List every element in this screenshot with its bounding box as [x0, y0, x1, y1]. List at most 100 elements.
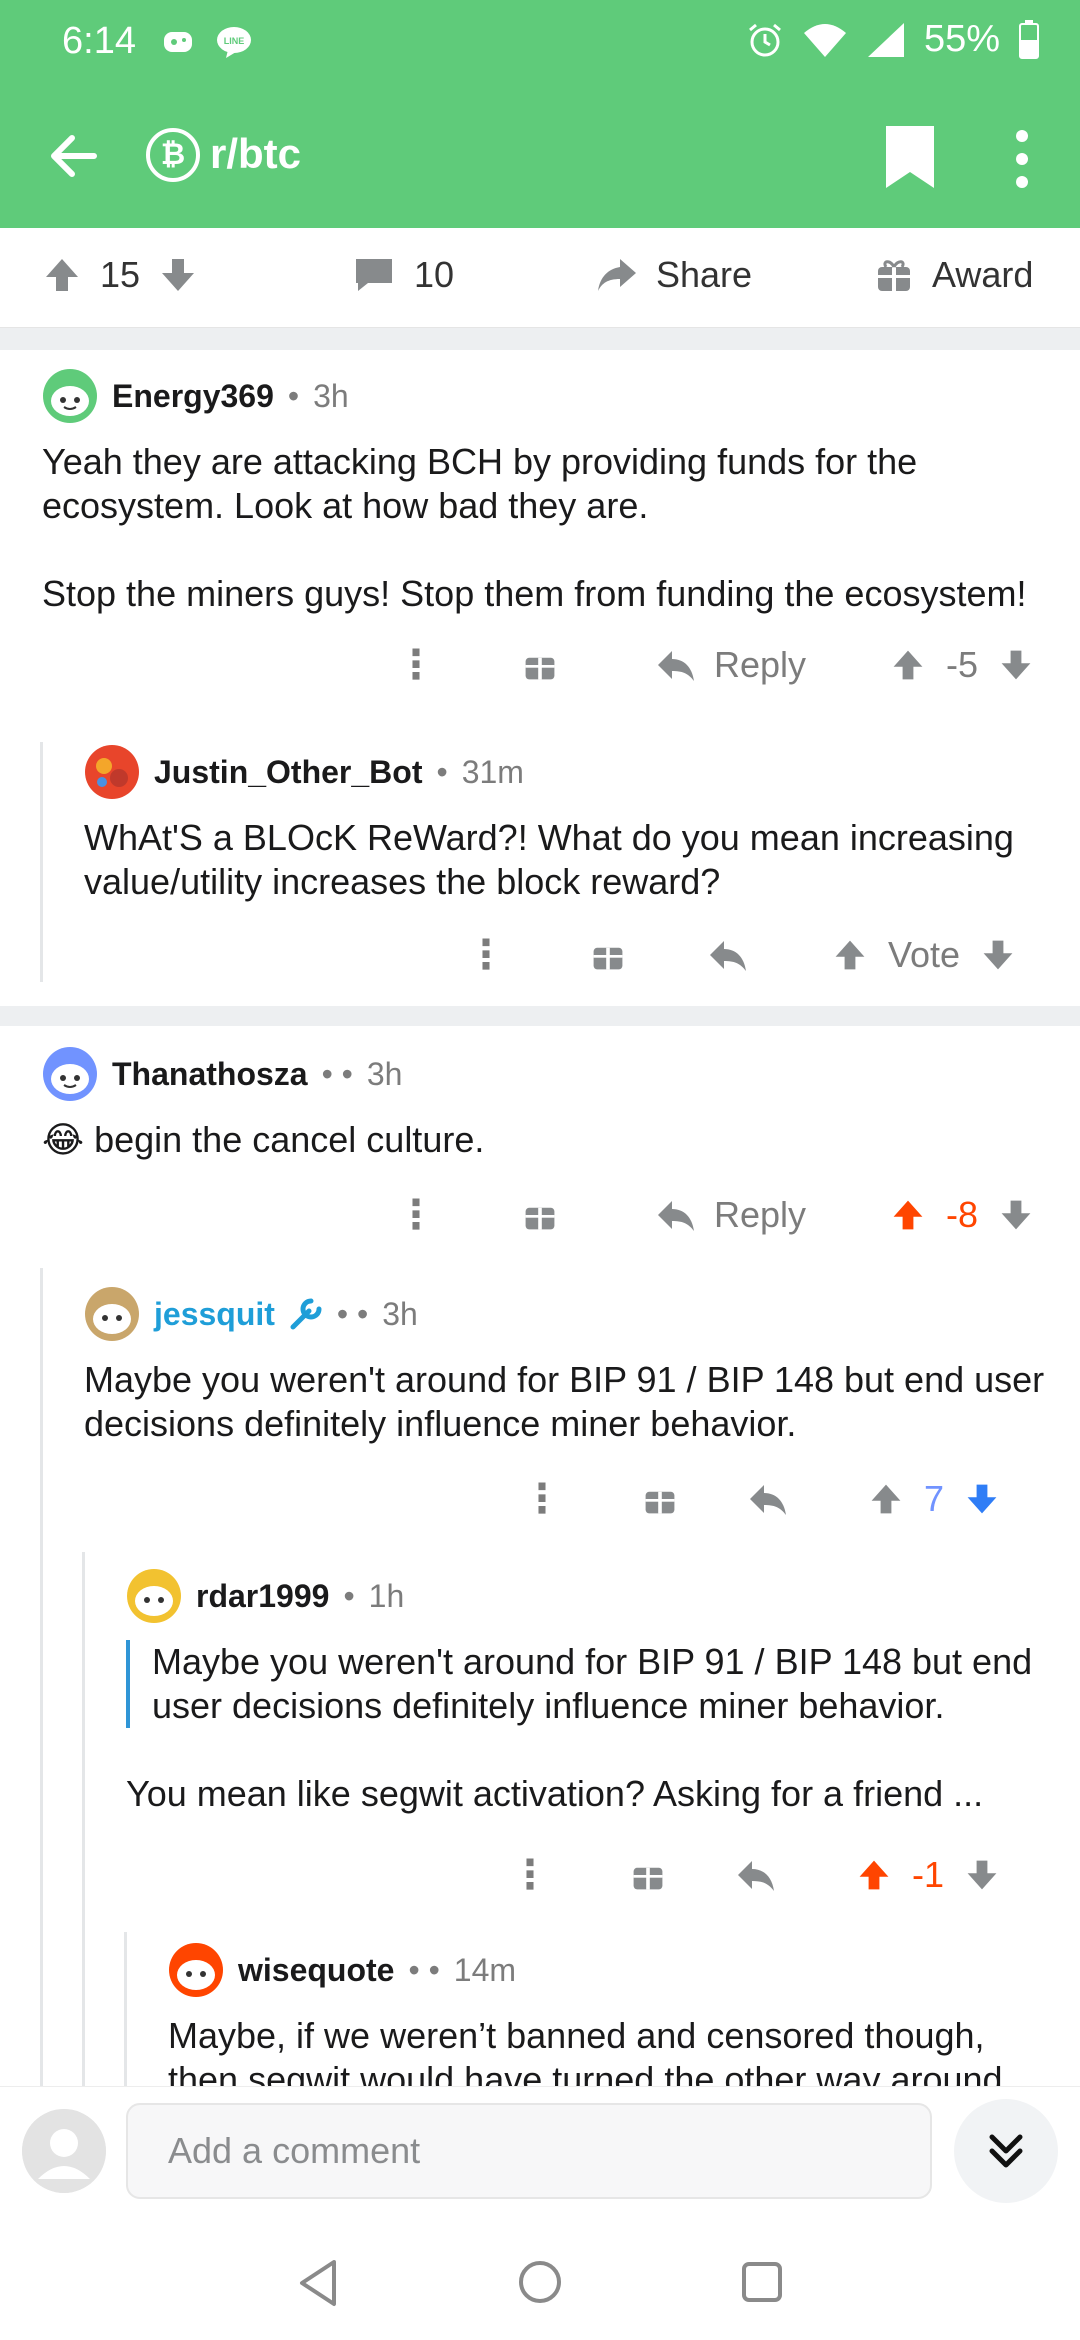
reply-icon[interactable] [656, 1197, 696, 1233]
more-options-icon[interactable]: ⋮ [510, 1852, 550, 1898]
comment-score: -1 [912, 1854, 945, 1895]
cell-signal-icon [867, 22, 904, 57]
app-bar: ₿ r/btc [0, 100, 1080, 210]
battery-icon [1019, 19, 1039, 59]
game-controller-icon [164, 32, 192, 52]
subreddit-icon[interactable]: ₿ [146, 128, 200, 182]
reply-icon[interactable] [736, 1857, 776, 1893]
comment-rdar1999: rdar1999 • 1h Maybe you weren't around f… [126, 1568, 1056, 1816]
nav-home-icon[interactable] [516, 2258, 564, 2306]
comment-actions: ⋮ Vote [466, 932, 1016, 978]
avatar[interactable] [84, 744, 140, 800]
upvote-icon-active[interactable] [890, 1197, 926, 1233]
award-icon[interactable] [522, 1197, 558, 1233]
award-icon[interactable] [642, 1481, 678, 1517]
comment-thanathosza: Thanathosza • • 3h 😂 begin the cancel cu… [42, 1046, 1052, 1162]
comment-author[interactable]: jessquit [154, 1296, 275, 1333]
battery-percent: 55% [923, 18, 1000, 60]
comment-author[interactable]: wisequote [238, 1952, 394, 1989]
subreddit-name[interactable]: r/btc [210, 130, 301, 178]
section-divider [0, 328, 1080, 350]
more-options-icon[interactable]: ⋮ [522, 1476, 562, 1522]
comment-count: 10 [414, 254, 455, 295]
wifi-icon [803, 23, 846, 57]
thread-line [82, 1552, 85, 2086]
bookmark-icon[interactable] [880, 122, 940, 192]
post-vote: 15 [42, 254, 198, 296]
more-options-icon[interactable] [1010, 124, 1034, 194]
top-bar: 6:14 LINE 55% ₿ r/btc [0, 0, 1080, 228]
reply-icon[interactable] [708, 937, 748, 973]
comment-icon [356, 259, 392, 291]
more-options-icon[interactable]: ⋮ [396, 1192, 436, 1238]
line-app-icon: LINE [217, 27, 251, 58]
laughing-emoji: 😂 [42, 1119, 85, 1160]
add-comment-input[interactable]: Add a comment [126, 2103, 932, 2199]
vote-label: Vote [888, 934, 961, 975]
comment-body: 😂 begin the cancel culture. [42, 1119, 485, 1160]
alarm-icon [748, 23, 781, 56]
thread-line [40, 742, 43, 982]
reply-icon[interactable] [748, 1481, 788, 1517]
comment-author[interactable]: rdar1999 [196, 1578, 329, 1615]
comment-justin-other-bot: Justin_Other_Bot • 31m WhAt'S a BLOcK Re… [84, 744, 1044, 904]
share-label: Share [656, 254, 753, 295]
comment-input-bar: Add a comment [0, 2086, 1080, 2226]
nav-back-icon[interactable] [296, 2258, 340, 2308]
comment-body: Maybe you weren't around for BIP 91 / BI… [84, 1359, 1045, 1444]
share-button[interactable]: Share [594, 254, 752, 296]
avatar[interactable] [126, 1568, 182, 1624]
award-button[interactable]: Award [874, 254, 1033, 296]
moderator-wrench-icon [290, 1298, 322, 1330]
comment-body: Maybe, if we weren’t banned and censored… [168, 2015, 1013, 2086]
reply-icon[interactable] [656, 647, 696, 683]
user-avatar[interactable] [22, 2109, 106, 2193]
comment-author[interactable]: Thanathosza [112, 1056, 308, 1093]
post-actions: 15 10 Share Award [0, 228, 1080, 328]
downvote-icon[interactable] [158, 255, 198, 295]
comment-energy369: Energy369 • 3h Yeah they are attacking B… [42, 368, 1052, 616]
comment-score: -5 [946, 644, 979, 685]
comment-body: Maybe you weren't around for BIP 91 / BI… [126, 1640, 1056, 1816]
reply-button[interactable]: Reply [714, 1194, 806, 1236]
back-arrow-icon[interactable] [44, 126, 104, 186]
downvote-icon[interactable] [964, 1857, 1000, 1893]
downvote-icon[interactable] [998, 647, 1034, 683]
nav-recents-icon[interactable] [740, 2260, 784, 2304]
comment-age: 3h [382, 1295, 418, 1332]
downvote-icon[interactable] [998, 1197, 1034, 1233]
downvote-icon[interactable] [980, 937, 1016, 973]
comment-age: 31m [461, 753, 524, 790]
avatar[interactable] [42, 1046, 98, 1102]
thread-line [124, 1932, 127, 2086]
avatar[interactable] [168, 1942, 224, 1998]
more-options-icon[interactable]: ⋮ [396, 642, 436, 688]
more-options-icon[interactable]: ⋮ [466, 932, 506, 978]
comment-author[interactable]: Justin_Other_Bot [154, 754, 422, 791]
upvote-icon-active[interactable] [856, 1857, 892, 1893]
status-app-icons: LINE [160, 22, 254, 62]
upvote-icon[interactable] [868, 1481, 904, 1517]
comment-wisequote: wisequote • • 14m Maybe, if we weren’t b… [168, 1942, 1058, 2086]
comment-age: 1h [368, 1577, 405, 1614]
jump-to-next-button[interactable] [954, 2099, 1058, 2203]
comment-body: WhAt'S a BLOcK ReWard?! What do you mean… [84, 817, 1014, 902]
avatar[interactable] [42, 368, 98, 424]
award-icon[interactable] [522, 647, 558, 683]
avatar[interactable] [84, 1286, 140, 1342]
share-icon [598, 259, 636, 291]
award-icon[interactable] [590, 937, 626, 973]
downvote-icon-active[interactable] [964, 1481, 1000, 1517]
upvote-icon[interactable] [42, 255, 82, 295]
comment-jessquit: jessquit • • 3h Maybe you weren't around… [84, 1286, 1064, 1446]
post-score: 15 [100, 254, 141, 295]
post-comments[interactable]: 10 [352, 254, 454, 296]
upvote-icon[interactable] [890, 647, 926, 683]
comment-author[interactable]: Energy369 [112, 378, 274, 415]
reply-button[interactable]: Reply [714, 644, 806, 686]
comment-age: 3h [366, 1055, 403, 1092]
comment-score: -8 [946, 1194, 979, 1235]
award-icon[interactable] [630, 1857, 666, 1893]
svg-text:LINE: LINE [224, 36, 245, 46]
upvote-icon[interactable] [832, 937, 868, 973]
